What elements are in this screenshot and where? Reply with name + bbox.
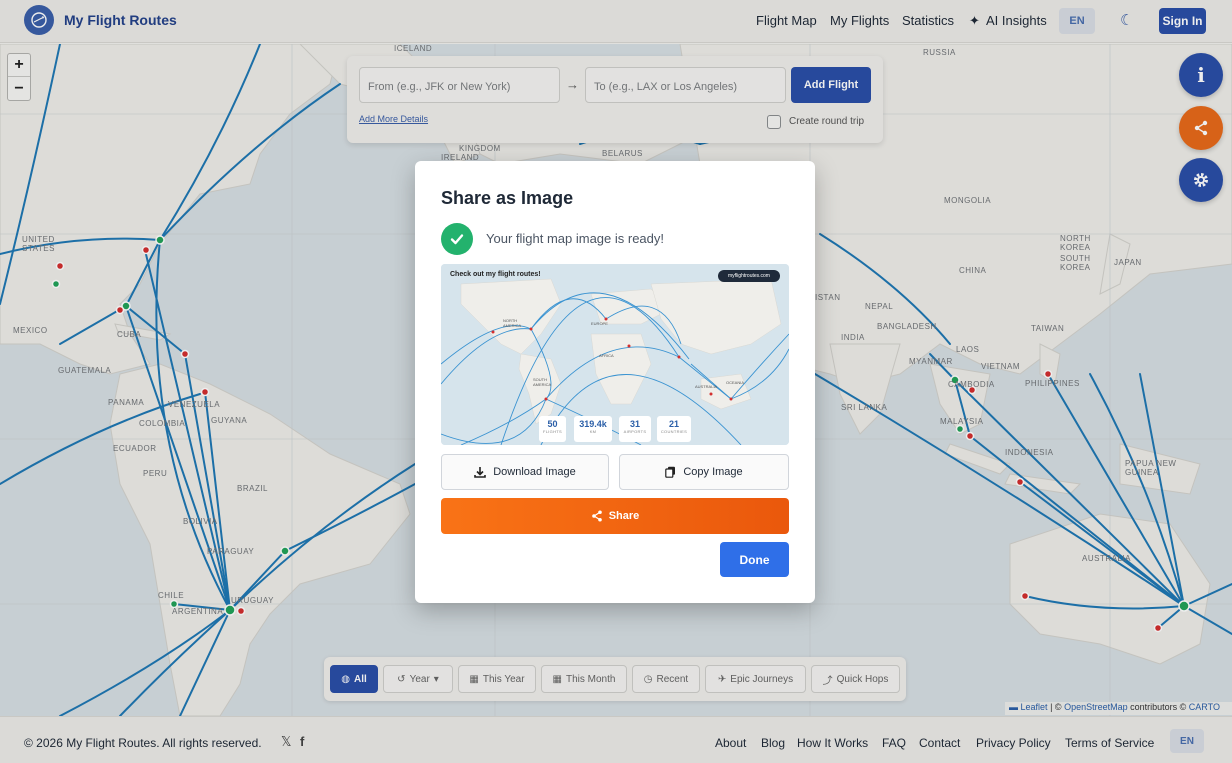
copy-image-button[interactable]: Copy Image (619, 454, 789, 490)
dialog-title: Share as Image (441, 188, 574, 208)
stat-label: AIRPORTS (623, 429, 647, 434)
done-button[interactable]: Done (720, 542, 789, 577)
stat-value: 21 (668, 419, 679, 429)
preview-label-north-america: NORTH AMERICA (503, 318, 522, 328)
preview-stat-airports: 31 AIRPORTS (619, 416, 651, 442)
checkmark-icon (441, 223, 473, 255)
preview-stat-km: 319.4k KM (574, 416, 612, 442)
copy-image-label: Copy Image (683, 466, 743, 478)
preview-label-south-america: SOUTH AMERICA (533, 377, 552, 387)
preview-site-badge: myflightroutes.com (718, 270, 780, 282)
copy-icon (665, 466, 676, 478)
stat-value: 50 (547, 419, 558, 429)
stat-label: FLIGHTS (543, 429, 562, 434)
download-image-label: Download Image (493, 466, 576, 478)
preview-heading: Check out my flight routes! (450, 271, 541, 278)
stat-value: 31 (629, 419, 640, 429)
flight-map-preview-image: Check out my flight routes! myflightrout… (441, 264, 789, 445)
stat-label: KM (589, 429, 597, 434)
stat-value: 319.4k (579, 419, 607, 429)
share-image-dialog: Share as Image Your flight map image is … (415, 161, 815, 603)
preview-label-europe: EUROPE (591, 321, 608, 326)
preview-label-australia: AUSTRALIA (695, 384, 718, 389)
share-icon (591, 510, 602, 522)
download-image-button[interactable]: Download Image (441, 454, 609, 490)
share-label: Share (608, 510, 640, 522)
preview-label-africa: AFRICA (599, 353, 614, 358)
preview-label-oceania: OCEANIA (726, 380, 745, 385)
preview-map (441, 264, 789, 445)
preview-stat-flights: 50 FLIGHTS (539, 416, 566, 442)
stat-label: COUNTRIES (660, 429, 688, 434)
share-button[interactable]: Share (441, 498, 789, 534)
ready-message: Your flight map image is ready! (486, 231, 665, 246)
preview-stat-countries: 21 COUNTRIES (657, 416, 691, 442)
download-icon (474, 467, 487, 478)
